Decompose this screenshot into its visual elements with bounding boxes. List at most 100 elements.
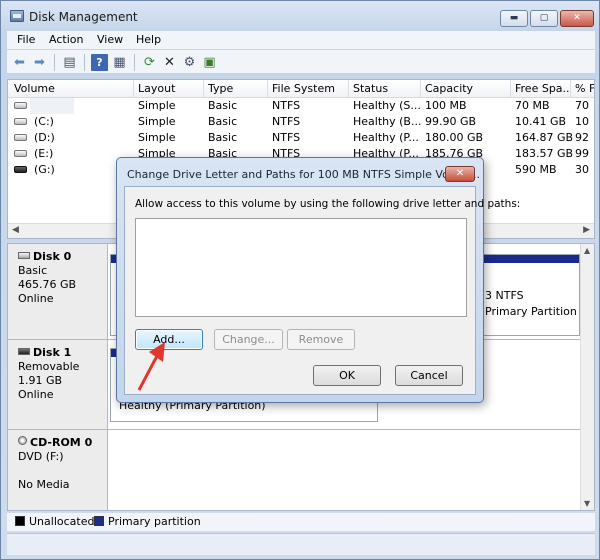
arrow-shaft xyxy=(137,355,159,391)
column-percent-free[interactable]: % F xyxy=(571,80,594,98)
volume-status: Healthy (B... xyxy=(353,115,421,128)
volume-percent-free: 30 xyxy=(575,163,589,176)
menu-bar: File Action View Help xyxy=(7,31,595,49)
forward-arrow-icon[interactable]: ➡ xyxy=(31,54,48,71)
disk-management-app-icon xyxy=(10,10,24,22)
scroll-left-icon[interactable]: ◀ xyxy=(12,225,19,235)
disk-name: Disk 0 xyxy=(33,250,72,263)
legend: Unallocated Primary partition xyxy=(7,513,595,531)
menu-help[interactable]: Help xyxy=(136,33,161,46)
back-arrow-icon[interactable]: ⬅ xyxy=(11,54,28,71)
volume-free-space: 10.41 GB xyxy=(515,115,567,128)
disk-type: Removable xyxy=(18,360,80,373)
volume-capacity: 100 MB xyxy=(425,99,467,112)
menu-file[interactable]: File xyxy=(17,33,35,46)
refresh-icon[interactable]: ⟳ xyxy=(141,54,158,71)
volume-file-system: NTFS xyxy=(272,115,301,128)
ok-button[interactable]: OK xyxy=(313,365,381,386)
disk-1-label[interactable]: Disk 1 Removable 1.91 GB Online xyxy=(8,340,108,430)
volume-name: (D:) xyxy=(34,131,55,144)
volume-row[interactable]: (C:) Simple Basic NTFS Healthy (B... 99.… xyxy=(8,114,594,130)
hard-drive-icon xyxy=(14,150,27,157)
toolbar-separator xyxy=(54,54,55,71)
toolbar: ⬅ ➡ ▤ ? ▦ ⟳ ✕ ⚙ ▣ xyxy=(7,50,595,74)
volume-percent-free: 99 xyxy=(575,147,589,160)
hard-drive-icon xyxy=(14,102,27,109)
disk-map-vertical-scrollbar[interactable]: ▲ ▼ xyxy=(580,244,594,510)
partition-filesystem: 3 NTFS xyxy=(485,289,524,302)
volume-free-space: 164.87 GB xyxy=(515,131,574,144)
disk-size: 465.76 GB xyxy=(18,278,77,291)
volume-percent-free: 70 xyxy=(575,99,589,112)
primary-partition-swatch xyxy=(94,516,104,526)
minimize-button[interactable]: ▬ xyxy=(500,10,528,27)
volume-percent-free: 92 xyxy=(575,131,589,144)
column-capacity[interactable]: Capacity xyxy=(421,80,511,98)
column-file-system[interactable]: File System xyxy=(268,80,349,98)
volume-layout: Simple xyxy=(138,115,176,128)
volume-free-space: 590 MB xyxy=(515,163,557,176)
partition-type: Primary Partition xyxy=(485,305,577,318)
annotation-arrow-icon xyxy=(137,342,165,391)
volume-status: Healthy (S... xyxy=(353,99,421,112)
dialog-description: Allow access to this volume by using the… xyxy=(135,198,521,210)
status-bar xyxy=(7,533,595,555)
cancel-button[interactable]: Cancel xyxy=(395,365,463,386)
title-bar: Disk Management ▬ ▢ ✕ xyxy=(1,1,599,31)
dialog-body: Allow access to this volume by using the… xyxy=(124,186,520,395)
change-button[interactable]: Change... xyxy=(214,329,283,350)
export-icon[interactable]: ▣ xyxy=(201,54,218,71)
close-window-button[interactable]: ✕ xyxy=(560,10,594,27)
scroll-up-icon[interactable]: ▲ xyxy=(584,246,590,255)
column-free-space[interactable]: Free Spa... xyxy=(511,80,571,98)
volume-list-header: Volume Layout Type File System Status Ca… xyxy=(8,80,594,98)
menu-action[interactable]: Action xyxy=(49,33,83,46)
toolbar-separator xyxy=(134,54,135,71)
volume-row[interactable]: Simple Basic NTFS Healthy (S... 100 MB 7… xyxy=(8,98,594,114)
disk-name: CD-ROM 0 xyxy=(30,436,93,449)
scroll-down-icon[interactable]: ▼ xyxy=(584,499,590,508)
column-layout[interactable]: Layout xyxy=(134,80,204,98)
disk-state: No Media xyxy=(18,478,70,491)
dialog-title: Change Drive Letter and Paths for 100 MB… xyxy=(127,168,481,181)
disk-type: Basic xyxy=(18,264,48,277)
dialog-close-button[interactable]: ✕ xyxy=(445,166,475,182)
cdrom-0-label[interactable]: CD-ROM 0 DVD (F:) No Media xyxy=(8,430,108,510)
menu-view[interactable]: View xyxy=(97,33,123,46)
volume-name: (G:) xyxy=(34,163,55,176)
console-icon[interactable]: ▦ xyxy=(111,54,128,71)
volume-status: Healthy (P... xyxy=(353,131,419,144)
disk-state: Online xyxy=(18,292,54,305)
properties-icon[interactable]: ▤ xyxy=(61,54,78,71)
disk-name: Disk 1 xyxy=(33,346,72,359)
column-volume[interactable]: Volume xyxy=(8,80,134,98)
column-type[interactable]: Type xyxy=(204,80,268,98)
column-status[interactable]: Status xyxy=(349,80,421,98)
volume-file-system: NTFS xyxy=(272,131,301,144)
disk-0-partition[interactable]: 3 NTFS Primary Partition xyxy=(482,254,580,336)
maximize-button[interactable]: ▢ xyxy=(530,10,558,27)
settings-icon[interactable]: ⚙ xyxy=(181,54,198,71)
volume-percent-free: 10 xyxy=(575,115,589,128)
volume-capacity: 180.00 GB xyxy=(425,131,484,144)
volume-type: Basic xyxy=(208,99,238,112)
hard-drive-icon xyxy=(14,134,27,141)
remove-button[interactable]: Remove xyxy=(287,329,355,350)
cd-rom-icon xyxy=(18,436,27,445)
volume-row[interactable]: (D:) Simple Basic NTFS Healthy (P... 180… xyxy=(8,130,594,146)
volume-name: (E:) xyxy=(34,147,54,160)
disk-0-label[interactable]: Disk 0 Basic 465.76 GB Online xyxy=(8,244,108,340)
legend-primary-partition: Primary partition xyxy=(108,515,201,528)
scroll-right-icon[interactable]: ▶ xyxy=(583,225,590,235)
hard-drive-icon xyxy=(14,118,27,125)
volume-free-space: 183.57 GB xyxy=(515,147,574,160)
volume-name: (C:) xyxy=(34,115,54,128)
delete-icon[interactable]: ✕ xyxy=(161,54,178,71)
drive-letter-paths-list[interactable] xyxy=(135,218,467,317)
volume-type: Basic xyxy=(208,115,238,128)
disk-icon xyxy=(18,252,30,259)
volume-type: Basic xyxy=(208,131,238,144)
volume-name xyxy=(30,98,74,114)
volume-free-space: 70 MB xyxy=(515,99,550,112)
help-icon[interactable]: ? xyxy=(91,54,108,71)
